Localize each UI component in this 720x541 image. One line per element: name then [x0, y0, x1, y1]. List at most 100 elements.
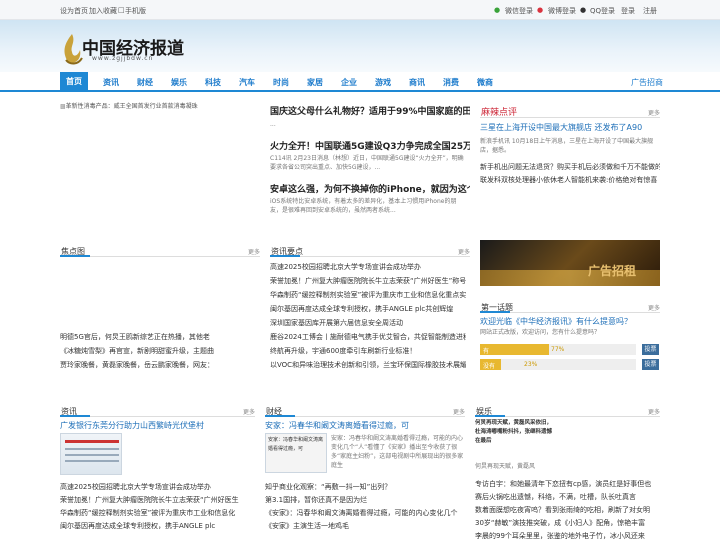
focus-item-3[interactable]: 贾玲家晚餐，黄磊家晚餐，岳云鹏家晚餐，网友：	[60, 360, 265, 370]
thumb-line-1	[65, 440, 119, 443]
focus-header: 焦点图 更多	[60, 243, 260, 257]
weibo-login-link[interactable]: 微博登录	[548, 6, 576, 16]
nav-wechat-biz[interactable]: 微商	[477, 77, 493, 88]
caijing-item-4[interactable]: 《安家》主演生活一地鸡毛	[265, 521, 465, 531]
mala-header: 麻辣点评 更多	[480, 104, 660, 118]
nav-finance[interactable]: 财经	[137, 77, 153, 88]
mala-more-link[interactable]: 更多	[648, 108, 660, 117]
thumb-line-2	[65, 448, 119, 450]
poll-more-link[interactable]: 更多	[648, 303, 660, 312]
zixun-item-2[interactable]: 荣誉加冕！广州复大肿瘤医院院长牛立志荣获“广州好医生	[60, 495, 256, 505]
caijing-item-1[interactable]: 知乎商业化观察：“再敷一抖一知”出列？	[265, 482, 465, 492]
site-logo[interactable]: 中国经济报道 www.zgjjbdw.cn	[60, 30, 190, 66]
mala-title: 麻辣点评	[481, 108, 518, 118]
zixun-header: 资讯 更多	[60, 403, 255, 417]
news-main-item-8[interactable]: 以VOC和异味治理技术创新和引领，兰宝环保国际橡胶技术展耀眼光	[270, 360, 466, 370]
poll-option-2-label: 没有	[483, 363, 496, 370]
register-link[interactable]: 注册	[643, 6, 657, 16]
zixun-top-story[interactable]: 广发银行东莞分行助力山西繁峙光伏堡村	[60, 420, 255, 431]
mala-news-2[interactable]: 联发科双核处理器小依休老人智能机来袭:价格绝对有惊喜	[480, 175, 660, 185]
banner-image-alt: 革新性消毒产品：威王全国首发行业首款消毒凝珠	[65, 103, 198, 110]
nav-fashion[interactable]: 时尚	[273, 77, 289, 88]
zixun-more-link[interactable]: 更多	[243, 407, 255, 416]
caijing-thumb-caption: 安家：冯春华和阚文涛离婚看得过瘾，可	[268, 437, 324, 452]
nav-home[interactable]: 首页	[60, 72, 88, 92]
poll-question[interactable]: 欢迎光临《中华经济报讯》有什么提意吗？	[480, 316, 660, 327]
nav-games[interactable]: 游戏	[375, 77, 391, 88]
caijing-header: 财经 更多	[265, 403, 465, 417]
weibo-icon: ●	[537, 6, 544, 14]
zixun-accent-bar	[60, 415, 90, 417]
nav-entertainment[interactable]: 娱乐	[171, 77, 187, 88]
news-main-item-6[interactable]: 鹿谷2024工博会丨施耐德电气携手优艾智合，共促智能制造进程	[270, 332, 466, 342]
poll-option-1-bar	[480, 344, 550, 355]
poll-option-2-vote-button[interactable]: 投票	[642, 359, 659, 370]
news-main-item-5[interactable]: 深圳国家基因库开展第六届信息安全周活动	[270, 318, 466, 328]
thumb-line-3	[65, 454, 119, 456]
focus-more-link[interactable]: 更多	[248, 247, 260, 256]
news-main-item-7[interactable]: 终航再升级，宇通600度牵引车刷新行业标准！	[270, 346, 466, 356]
caijing-desc: 安家：冯春华和阚文涛离婚看得过瘾，可能的内心变化几个“人”看懂了《安家》播出至今…	[331, 435, 464, 469]
caijing-accent-bar	[265, 415, 295, 417]
zixun-thumbnail[interactable]	[60, 433, 122, 475]
nav-enterprise[interactable]: 企业	[341, 77, 357, 88]
poll-option-1-pct: 77%	[551, 346, 565, 353]
caijing-top-story[interactable]: 安家：冯春华和阚文涛离婚看得过瘾，可	[265, 420, 465, 431]
headline-1-title[interactable]: 国庆这父母什么礼物好？适用于99%中国家庭的田螺云	[270, 104, 470, 117]
nav-home-living[interactable]: 家居	[307, 77, 323, 88]
news-main-item-1[interactable]: 高速2025校园招聘北京大学专场宣讲会成功举办	[270, 262, 466, 272]
news-main-header: 资讯要点 更多	[270, 243, 470, 257]
login-link[interactable]: 登录	[621, 6, 635, 16]
yule-item-3[interactable]: 数着面膜想吃夜宵呜？看到张雨绮的吃相，刷新了对女明	[475, 505, 660, 515]
poll-option-2-track: 没有 23%	[480, 359, 636, 370]
yule-item-1[interactable]: 专访白宇：和她最清年下恋扭有cp感，演员红是好事但也	[475, 479, 660, 489]
nav-business[interactable]: 商讯	[409, 77, 425, 88]
set-home-link[interactable]: 设为首页	[60, 6, 88, 16]
headline-2-title[interactable]: 火力全开！中国联通5G建设Q3力争完成全国25万基	[270, 139, 470, 152]
banner-image[interactable]: ▩革新性消毒产品：威王全国首发行业首款消毒凝珠	[60, 101, 260, 110]
mala-headline[interactable]: 三星在上海开设中国最大旗舰店 还发布了A90	[480, 122, 660, 133]
yule-image-text[interactable]: 何炅再现天赋，黄磊风采依旧，杜海涛嘟嘴粉抖抖，张继科遗憾在最后	[475, 419, 555, 455]
ad-banner[interactable]: 广告招租	[480, 240, 660, 286]
mobile-link[interactable]: 手机版	[125, 6, 146, 16]
zixun-item-3[interactable]: 华森制药“缓控释制剂实验室”被评为重庆市工业和信息化	[60, 508, 256, 518]
news-main-more-link[interactable]: 更多	[458, 247, 470, 256]
nav-consumer[interactable]: 消费	[443, 77, 459, 88]
zixun-item-1[interactable]: 高速2025校园招聘北京大学专场宣讲会成功举办	[60, 482, 256, 492]
headline-1-desc: ...	[270, 121, 276, 128]
caijing-item-3[interactable]: 《安家》：冯春华和阚文涛离婚看得过瘾，可能的内心变化几个	[265, 508, 465, 518]
yule-item-2[interactable]: 赛后火锅吃出遗憾，科络，不满，吐槽，队长吐真言	[475, 492, 660, 502]
nav-auto[interactable]: 汽车	[239, 77, 255, 88]
news-main-item-4[interactable]: 闽尔基因再度达成全球专利授权，携手ANGLE plc共创辉煌	[270, 304, 466, 314]
nav-tech[interactable]: 科技	[205, 77, 221, 88]
nav-ad-link[interactable]: 广告招商	[631, 77, 663, 88]
yule-caption[interactable]: 何炅再现天赋，黄磊风	[475, 462, 660, 471]
poll-option-1-label: 有	[483, 348, 490, 355]
focus-item-1[interactable]: 明德5G官后，何炅王鸥新综艺正在热播，其他老	[60, 332, 265, 342]
yule-item-4[interactable]: 30岁“赫敏”演技推突破，成《小妇人》配角，惊艳丰富	[475, 518, 660, 528]
news-main-item-3[interactable]: 华森制药“缓控释制剂实验室”被评为重庆市工业和信息化重点实验室	[270, 290, 466, 300]
focus-item-2[interactable]: 《冰糖炖雪梨》再官宣，新剧明甜蜜升级，主题曲	[60, 346, 265, 356]
wechat-icon: ●	[494, 6, 501, 14]
yule-more-link[interactable]: 更多	[648, 407, 660, 416]
poll-option-2-pct: 23%	[524, 361, 538, 368]
poll-option-1-vote-button[interactable]: 投票	[642, 344, 659, 355]
poll-option-1-track: 有 77%	[480, 344, 636, 355]
add-favorite-link[interactable]: 加入收藏	[89, 6, 117, 16]
nav-news[interactable]: 资讯	[103, 77, 119, 88]
focus-accent-bar	[60, 255, 90, 257]
news-main-item-2[interactable]: 荣誉加冕！广州复大肿瘤医院院长牛立志荣获“广州好医生”称号	[270, 276, 466, 286]
thumb-line-4	[65, 460, 119, 462]
zixun-item-4[interactable]: 闽尔基因再度达成全球专利授权，携手ANGLE plc	[60, 521, 256, 531]
top-bar: 设为首页 加入收藏 □ 手机版 ● 微信登录 ● 微博登录 ● QQ登录 登录 …	[0, 0, 720, 20]
wechat-login-link[interactable]: 微信登录	[505, 6, 533, 16]
poll-accent-bar	[480, 311, 510, 313]
headline-3-title[interactable]: 安卓这么强，为何不换掉你的iPhone，就因为这个	[270, 182, 470, 195]
caijing-thumbnail[interactable]: 安家：冯春华和阚文涛离婚看得过瘾，可	[265, 433, 327, 473]
caijing-item-2[interactable]: 第3.1国排，暂你还真不是因为烂	[265, 495, 465, 505]
caijing-more-link[interactable]: 更多	[453, 407, 465, 416]
headline-2-desc: C114讯 2月23日消息（林想）近日，中国联通5G建设“火力全开”，明确要求各…	[270, 155, 464, 171]
logo-url: www.zgjjbdw.cn	[92, 55, 154, 62]
mala-news-1[interactable]: 新手机出问题无法退货？购买手机后必须做和千万不能做的事	[480, 162, 660, 172]
qq-login-link[interactable]: QQ登录	[590, 6, 615, 16]
